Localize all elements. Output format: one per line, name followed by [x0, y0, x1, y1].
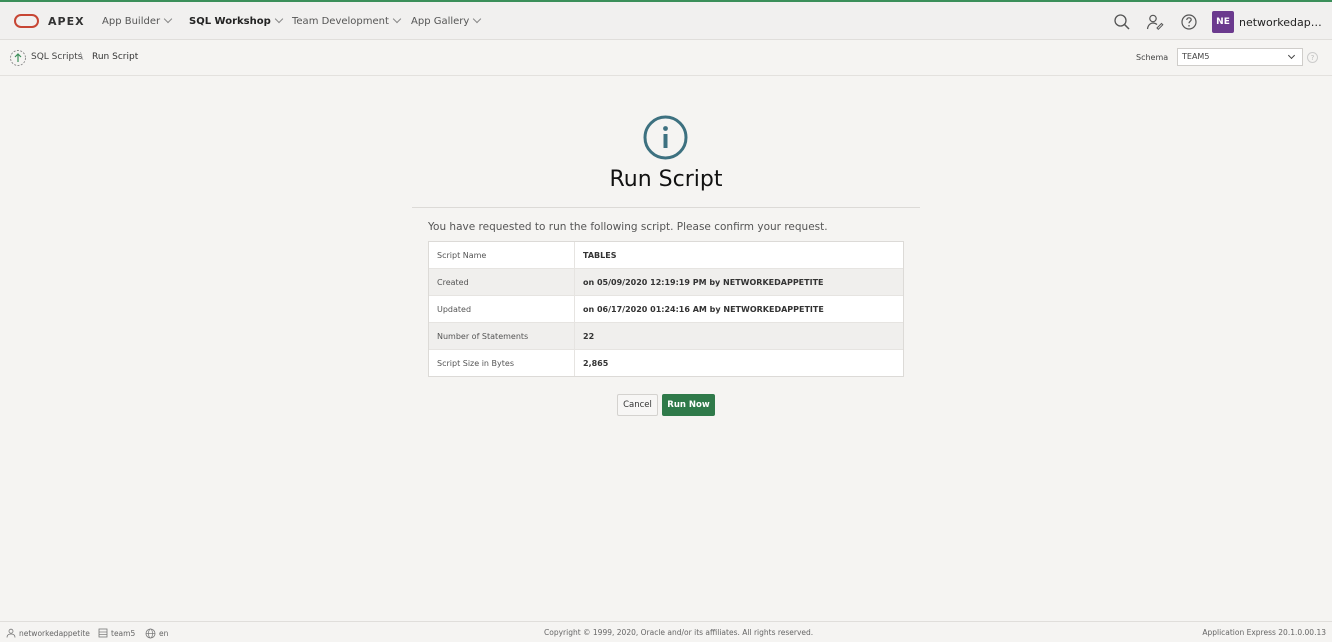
schema-label: Schema — [1136, 53, 1169, 62]
globe-icon — [145, 628, 156, 639]
breadcrumb-current: Run Script — [92, 52, 139, 62]
administration-icon[interactable] — [1146, 13, 1164, 31]
menu-team-development[interactable]: Team Development — [292, 14, 402, 27]
avatar[interactable]: NE — [1212, 11, 1234, 33]
top-navigation-bar: APEX App Builder SQL Workshop Team Devel… — [0, 0, 1332, 40]
row-value: TABLES — [583, 250, 617, 260]
schema-help-icon[interactable]: ? — [1307, 52, 1318, 63]
table-row: Script Name TABLES — [429, 242, 903, 268]
up-arrow-icon[interactable] — [9, 49, 27, 67]
oracle-logo-icon[interactable] — [14, 14, 39, 28]
menu-app-builder[interactable]: App Builder — [102, 14, 173, 27]
chevron-down-icon — [473, 14, 482, 24]
schema-value: TEAM5 — [1182, 52, 1210, 61]
menu-sql-workshop[interactable]: SQL Workshop — [189, 14, 284, 27]
script-details-table: Script Name TABLES Created on 05/09/2020… — [428, 241, 904, 377]
version-info: Application Express 20.1.0.00.13 — [1202, 628, 1326, 637]
row-value: 22 — [583, 331, 595, 341]
chevron-down-icon — [163, 14, 173, 24]
row-label: Created — [429, 269, 575, 295]
footer-user[interactable]: networkedappetite — [6, 628, 90, 638]
row-label: Number of Statements — [429, 323, 575, 349]
footer: networkedappetite team5 en Copyright © 1… — [0, 621, 1332, 642]
breadcrumb-separator: \ — [80, 51, 84, 62]
cancel-button[interactable]: Cancel — [617, 394, 658, 416]
footer-language-label: en — [159, 629, 169, 638]
app-brand[interactable]: APEX — [48, 15, 85, 28]
schema-select[interactable]: TEAM5 — [1177, 48, 1303, 66]
table-row: Number of Statements 22 — [429, 322, 903, 349]
workspace-icon — [98, 628, 108, 638]
footer-workspace[interactable]: team5 — [98, 628, 135, 638]
footer-user-label: networkedappetite — [19, 628, 90, 638]
menu-label: SQL Workshop — [189, 16, 271, 27]
row-label: Updated — [429, 296, 575, 322]
breadcrumb: SQL Scripts \ Run Script Schema TEAM5 ? — [0, 40, 1332, 76]
user-icon — [6, 628, 16, 638]
footer-workspace-label: team5 — [111, 628, 136, 638]
help-icon[interactable] — [1180, 13, 1198, 31]
menu-label: Team Development — [292, 16, 389, 27]
info-icon — [643, 115, 688, 160]
menu-label: App Builder — [102, 16, 161, 27]
table-row: Script Size in Bytes 2,865 — [429, 349, 903, 376]
row-value: on 06/17/2020 01:24:16 AM by NETWORKEDAP… — [583, 304, 824, 314]
search-icon[interactable] — [1113, 13, 1131, 31]
chevron-down-icon — [1287, 51, 1296, 60]
row-value: on 05/09/2020 12:19:19 PM by NETWORKEDAP… — [583, 277, 824, 287]
menu-label: App Gallery — [411, 16, 470, 27]
page-title: Run Script — [609, 167, 723, 192]
copyright: Copyright © 1999, 2020, Oracle and/or it… — [544, 628, 814, 637]
run-now-button[interactable]: Run Now — [662, 394, 715, 416]
confirmation-message: You have requested to run the following … — [428, 221, 828, 233]
chevron-down-icon — [274, 14, 284, 24]
divider — [412, 207, 920, 208]
row-label: Script Name — [429, 242, 575, 268]
row-value: 2,865 — [583, 358, 609, 368]
footer-language[interactable]: en — [145, 628, 168, 639]
chevron-down-icon — [392, 14, 402, 24]
row-label: Script Size in Bytes — [429, 350, 575, 376]
user-menu-name[interactable]: networkedappetite — [1239, 16, 1327, 29]
table-row: Updated on 06/17/2020 01:24:16 AM by NET… — [429, 295, 903, 322]
breadcrumb-sql-scripts[interactable]: SQL Scripts — [31, 52, 82, 62]
table-row: Created on 05/09/2020 12:19:19 PM by NET… — [429, 268, 903, 295]
menu-app-gallery[interactable]: App Gallery — [411, 14, 482, 27]
